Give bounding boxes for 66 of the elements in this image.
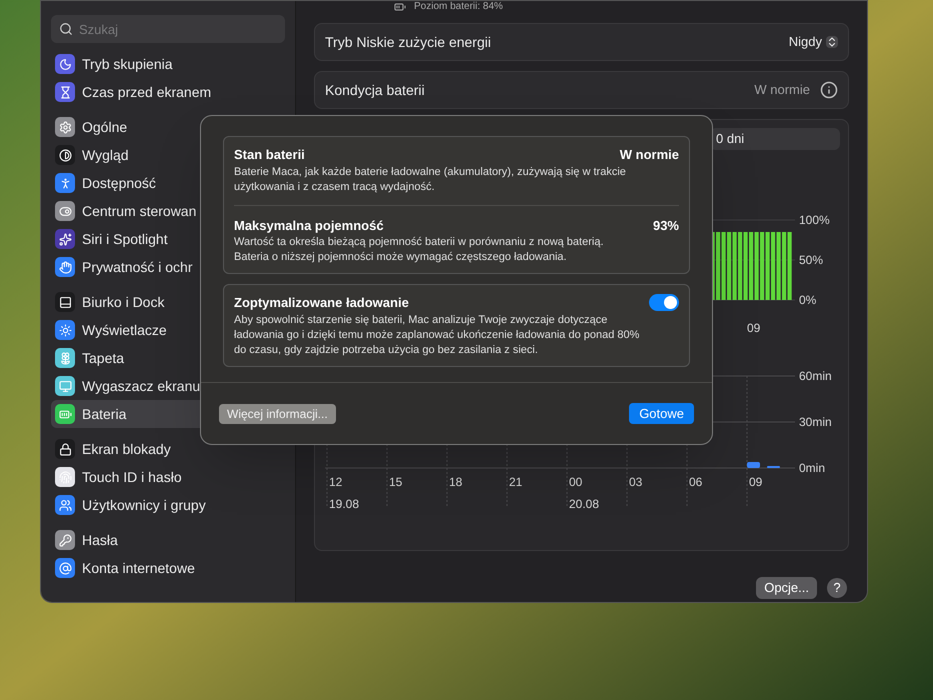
users-icon — [55, 495, 75, 515]
axis-label: 21 — [509, 475, 522, 489]
section-description: Wartość ta określa bieżącą pojemność baterii w porównaniu z nową baterią. Bateria o niższej pojemności może wymagać częstszego ładowania. — [234, 235, 604, 265]
options-button[interactable]: Opcje... — [756, 577, 817, 599]
fingerprint-icon — [55, 467, 75, 487]
row-label: Kondycja baterii — [325, 80, 425, 100]
usage-bars-drawing — [747, 462, 780, 468]
monitor-icon — [55, 376, 75, 396]
section-value: W normie — [620, 146, 679, 164]
section-description: Aby spowolnić starzenie się baterii, Mac analizuje Twoje zwyczaje dotyczące ładowania go i dzięki temu może zaplanować ukończenie ładowania do ponad 80% do czasu, gdy zajdzie potrzeba użycia go bez zasilania z sieci. — [234, 312, 640, 358]
axis-label: 0% — [799, 293, 816, 307]
sidebar-item[interactable]: Ekran blokady — [51, 435, 285, 463]
axis-label: 09 — [749, 475, 762, 489]
moon-icon — [55, 54, 75, 74]
flower-icon — [55, 348, 75, 368]
axis-label: 06 — [689, 475, 702, 489]
popup-button[interactable]: Nigdy — [788, 32, 838, 52]
hourglass-icon — [55, 82, 75, 102]
key-icon — [55, 530, 75, 550]
sun-icon — [55, 320, 75, 340]
sparkle-icon — [55, 229, 75, 249]
axis-label: 30min — [799, 415, 832, 429]
axis-label: 50% — [799, 253, 824, 267]
battery-icon — [55, 404, 75, 424]
section-value: 93% — [652, 216, 679, 234]
sidebar-item[interactable]: Tryb skupienia — [51, 50, 285, 78]
section-title: Maksymalna pojemność — [234, 216, 384, 235]
at-icon — [55, 558, 75, 578]
toggle-icon — [55, 201, 75, 221]
dock-icon — [55, 292, 75, 312]
hand-icon — [55, 257, 75, 277]
section-title: Stan baterii — [234, 146, 305, 164]
axis-label: 60min — [799, 369, 832, 383]
person-icon — [55, 173, 75, 193]
sidebar-item[interactable]: Konta internetowe — [51, 554, 285, 582]
battery-level-text: Poziom baterii: 84% — [414, 1, 503, 13]
chevrons-icon — [826, 36, 838, 48]
axis-label: 12 — [329, 475, 342, 489]
range-segment[interactable]: 0 dni — [710, 128, 840, 150]
battery-icon — [394, 1, 406, 13]
axis-label: 100% — [799, 213, 830, 227]
sidebar-item[interactable]: Czas przed ekranem — [51, 78, 285, 106]
sidebar-item[interactable]: Użytkownicy i grupy — [51, 491, 285, 519]
toggle-switch[interactable] — [649, 294, 679, 312]
search-icon — [59, 22, 73, 36]
info-button[interactable] — [820, 81, 838, 99]
section-description: Baterie Maca, jak każde baterie ładowalne (akumulatory), zużywają się w trakcie użytkowania i z czasem tracą wydajność. — [234, 164, 627, 194]
search-field[interactable]: Szukaj — [51, 15, 285, 43]
sidebar-item[interactable]: Hasła — [51, 526, 285, 554]
gear-icon — [55, 117, 75, 137]
axis-label: 18 — [449, 475, 462, 489]
done-button[interactable]: Gotowe — [629, 403, 694, 424]
date-label: 20.08 — [569, 497, 600, 511]
help-button[interactable]: ? — [827, 578, 847, 598]
axis-label: 15 — [389, 475, 402, 489]
axis-label: 00 — [569, 475, 582, 489]
section-title: Zoptymalizowane ładowanie — [234, 294, 409, 312]
sidebar-item[interactable]: Touch ID i hasło — [51, 463, 285, 491]
lock-icon — [55, 439, 75, 459]
row-value: W normie — [754, 81, 810, 100]
contrast-icon — [55, 145, 75, 165]
row-label: Tryb Niskie zużycie energii — [325, 32, 491, 52]
axis-label: 09 — [747, 321, 760, 335]
axis-label: 0min — [799, 461, 826, 475]
axis-label: 03 — [629, 475, 642, 489]
date-label: 19.08 — [329, 497, 360, 511]
